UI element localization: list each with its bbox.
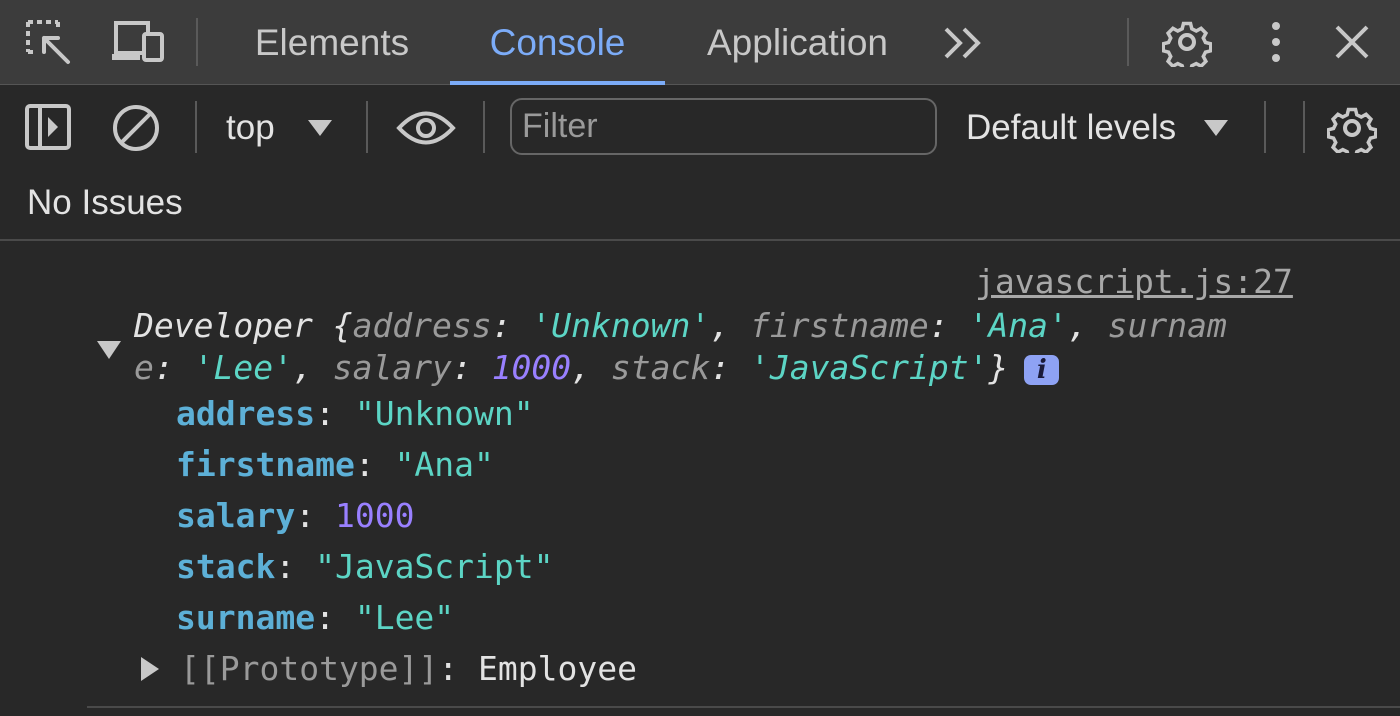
summary-key: e <box>134 348 154 387</box>
property-row: salary: 1000 <box>176 496 415 535</box>
property-row: surname: "Lee" <box>176 598 455 637</box>
brace: } <box>988 348 1009 387</box>
live-expression-eye-icon[interactable] <box>396 109 456 147</box>
settings-gear-icon[interactable] <box>1162 17 1212 67</box>
chevron-down-icon[interactable] <box>307 119 333 137</box>
property-value: 1000 <box>334 496 415 535</box>
context-selector[interactable]: top <box>226 105 275 151</box>
property-key: address <box>176 394 316 433</box>
separator <box>1264 101 1266 153</box>
summary-key: surnam <box>1107 306 1227 345</box>
summary-key: salary <box>332 348 452 387</box>
separator <box>483 101 485 153</box>
log-levels-dropdown[interactable]: Default levels <box>966 105 1176 151</box>
inspect-element-icon[interactable] <box>24 18 74 68</box>
summary-value: 'Unknown' <box>531 306 711 345</box>
property-row: stack: "JavaScript" <box>176 547 554 586</box>
log-levels-label: Default levels <box>966 108 1177 147</box>
more-tabs-icon[interactable] <box>942 26 986 60</box>
divider <box>87 706 1400 708</box>
property-value: "Lee" <box>354 598 455 637</box>
separator <box>1127 18 1129 66</box>
info-badge-icon[interactable]: i <box>1024 354 1060 385</box>
property-key: salary <box>176 496 296 535</box>
property-key: surname <box>176 598 316 637</box>
device-toolbar-icon[interactable] <box>110 20 166 64</box>
separator <box>195 101 197 153</box>
object-summary-line-1[interactable]: Developer {address: 'Unknown', firstname… <box>134 306 1227 345</box>
expand-triangle-down-icon[interactable] <box>96 340 122 360</box>
class-name: Developer <box>134 306 313 345</box>
separator <box>196 18 198 66</box>
tab-console[interactable]: Console <box>450 0 665 85</box>
prototype-key: [[Prototype]] <box>180 649 439 688</box>
summary-value: 1000 <box>491 348 572 387</box>
summary-value: 'JavaScript' <box>750 348 989 387</box>
prototype-value: Employee <box>478 649 637 688</box>
sidebar-toggle-icon[interactable] <box>24 103 72 151</box>
summary-key: address <box>352 306 492 345</box>
filter-field[interactable] <box>510 98 937 155</box>
clear-console-icon[interactable] <box>111 103 161 153</box>
property-key: firstname <box>176 445 355 484</box>
property-value: "Unknown" <box>354 394 534 433</box>
more-options-icon[interactable] <box>1264 20 1288 64</box>
property-row: firstname: "Ana" <box>176 445 494 484</box>
close-icon[interactable] <box>1334 24 1370 60</box>
tab-label: Console <box>489 22 626 63</box>
context-label: top <box>226 108 275 147</box>
summary-value: 'Lee' <box>193 348 293 387</box>
summary-key: stack <box>610 348 711 387</box>
tab-label: Application <box>706 22 888 63</box>
prototype-row[interactable]: [[Prototype]]: Employee <box>180 649 637 688</box>
tab-application[interactable]: Application <box>685 0 910 85</box>
expand-triangle-right-icon[interactable] <box>140 656 160 682</box>
separator <box>366 101 368 153</box>
tab-elements[interactable]: Elements <box>232 0 432 85</box>
issues-bar: No Issues <box>0 171 1400 241</box>
filter-input[interactable] <box>512 100 935 153</box>
property-value: "JavaScript" <box>315 547 554 586</box>
summary-key: firstname <box>749 306 929 345</box>
source-link[interactable]: javascript.js:27 <box>975 262 1293 301</box>
object-summary-line-2[interactable]: e: 'Lee', salary: 1000, stack: 'JavaScri… <box>134 348 1060 387</box>
summary-value: 'Ana' <box>968 306 1068 345</box>
brace: { <box>312 306 353 345</box>
property-key: stack <box>176 547 276 586</box>
tab-label: Elements <box>254 22 410 63</box>
chevron-down-icon[interactable] <box>1203 119 1229 137</box>
separator <box>1303 101 1305 153</box>
property-row: address: "Unknown" <box>176 394 534 433</box>
issues-status[interactable]: No Issues <box>27 183 183 223</box>
console-settings-gear-icon[interactable] <box>1327 103 1377 153</box>
devtools-tab-bar: Elements Console Application <box>0 0 1400 85</box>
property-value: "Ana" <box>394 445 494 484</box>
